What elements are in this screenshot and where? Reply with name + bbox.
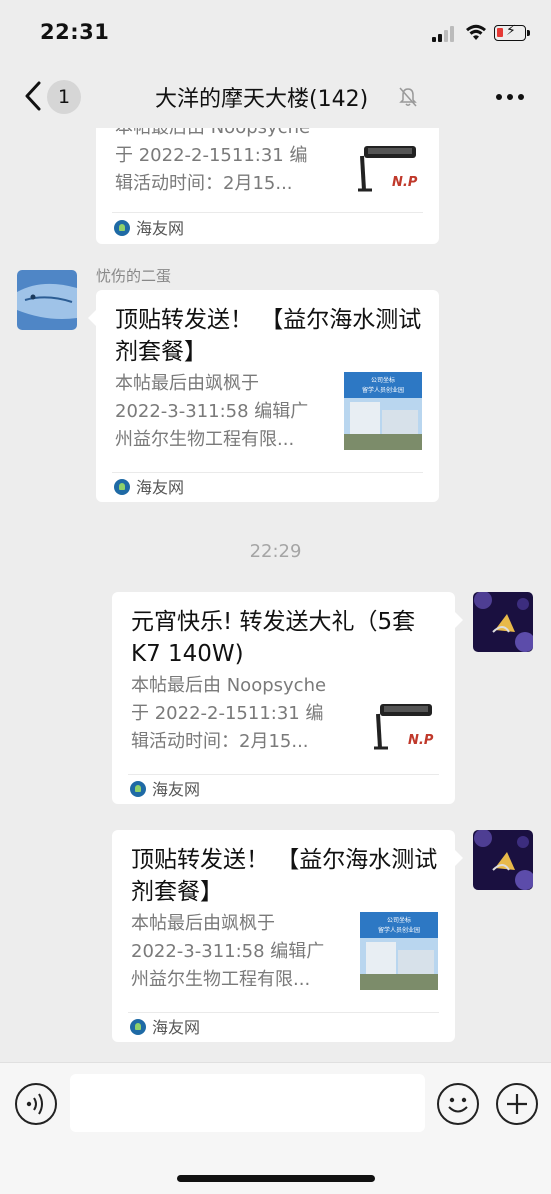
card-title: 顶贴转发送！ 【益尔海水测试剂套餐】 xyxy=(115,307,422,365)
sender-name: 忧伤的二蛋 xyxy=(96,267,172,285)
source-logo-icon xyxy=(114,479,130,495)
thumb-banner-line: 留学人员创业园 xyxy=(378,926,420,934)
thumb-banner-line: 公司坐标 xyxy=(387,916,411,924)
card-title: 元宵快乐! 转发送大礼（5套 K7 140W) xyxy=(131,609,416,667)
lamp-brand-mark: N.P xyxy=(392,175,418,190)
unread-count-badge[interactable]: 1 xyxy=(47,80,81,114)
card-description-line: 本帖最后由 Noopsyche xyxy=(115,128,330,142)
thumb-banner-line: 留学人员创业园 xyxy=(362,386,404,394)
chat-header: 1 大洋的摩天大楼(142) xyxy=(0,66,551,128)
source-logo-icon xyxy=(130,1019,146,1035)
lamp-thumbnail: N.P xyxy=(366,678,444,756)
link-card-message[interactable]: 元宵快乐! 转发送大礼（5套 K7 140W) 本帖最后由 Noopsyche … xyxy=(112,592,463,804)
card-description-line: 2022-3-311:58 编辑广 xyxy=(115,401,309,422)
card-description-line: 于 2022-2-1511:31 编 xyxy=(115,145,308,166)
more-options-icon[interactable] xyxy=(496,94,524,102)
status-time: 22:31 xyxy=(40,20,110,44)
plus-icon[interactable] xyxy=(496,1083,538,1125)
emoji-icon[interactable] xyxy=(437,1083,479,1125)
link-card-message[interactable]: 顶贴转发送！ 【益尔海水测试剂套餐】 本帖最后由飒枫于 2022-3-311:5… xyxy=(88,290,439,502)
lamp-brand-mark: N.P xyxy=(408,733,434,748)
avatar[interactable] xyxy=(17,270,77,330)
back-chevron-icon[interactable] xyxy=(22,80,44,112)
card-description-line: 州益尔生物工程有限... xyxy=(115,429,295,450)
input-bar xyxy=(0,1062,551,1194)
chat-title[interactable]: 大洋的摩天大楼(142) xyxy=(155,81,368,113)
voice-input-icon[interactable] xyxy=(15,1083,57,1125)
avatar[interactable] xyxy=(473,830,533,890)
cellular-signal-icon xyxy=(432,26,458,42)
card-description-line: 辑活动时间：2月15... xyxy=(131,731,309,752)
card-description-line: 本帖最后由飒枫于 xyxy=(131,913,275,934)
card-source: 海友网 xyxy=(130,1017,200,1039)
building-thumbnail: 公司坐标 留学人员创业园 xyxy=(344,372,422,450)
card-description-line: 本帖最后由 Noopsyche xyxy=(131,675,327,696)
message-input[interactable] xyxy=(70,1074,425,1132)
home-indicator[interactable] xyxy=(177,1175,375,1182)
source-logo-icon xyxy=(130,781,146,797)
thumb-banner-line: 公司坐标 xyxy=(371,376,395,384)
message-timestamp: 22:29 xyxy=(249,541,302,562)
card-description-line: 于 2022-2-1511:31 编 xyxy=(131,703,324,724)
lamp-thumbnail: N.P xyxy=(350,128,428,198)
avatar[interactable] xyxy=(473,592,533,652)
muted-bell-icon xyxy=(399,87,417,107)
card-description-line: 2022-3-311:58 编辑广 xyxy=(131,941,325,962)
source-logo-icon xyxy=(114,220,130,236)
card-description-line: 辑活动时间：2月15... xyxy=(115,173,293,194)
card-source: 海友网 xyxy=(130,779,200,801)
card-source: 海友网 xyxy=(114,477,184,499)
card-title: 顶贴转发送！ 【益尔海水测试剂套餐】 xyxy=(131,847,438,905)
card-description-line: 本帖最后由飒枫于 xyxy=(115,373,259,394)
battery-icon: ⚡ xyxy=(494,23,530,41)
link-card-message[interactable]: 本帖最后由 Noopsyche 于 2022-2-1511:31 编 辑活动时间… xyxy=(96,128,439,244)
message-list[interactable]: 本帖最后由 Noopsyche 于 2022-2-1511:31 编 辑活动时间… xyxy=(0,128,551,1062)
status-bar: 22:31 ⚡ xyxy=(0,0,551,66)
card-description-line: 州益尔生物工程有限... xyxy=(131,969,311,990)
card-source: 海友网 xyxy=(114,218,184,240)
link-card-message[interactable]: 顶贴转发送！ 【益尔海水测试剂套餐】 本帖最后由飒枫于 2022-3-311:5… xyxy=(112,830,463,1042)
building-thumbnail: 公司坐标 留学人员创业园 xyxy=(360,912,438,990)
wifi-icon xyxy=(466,24,486,40)
